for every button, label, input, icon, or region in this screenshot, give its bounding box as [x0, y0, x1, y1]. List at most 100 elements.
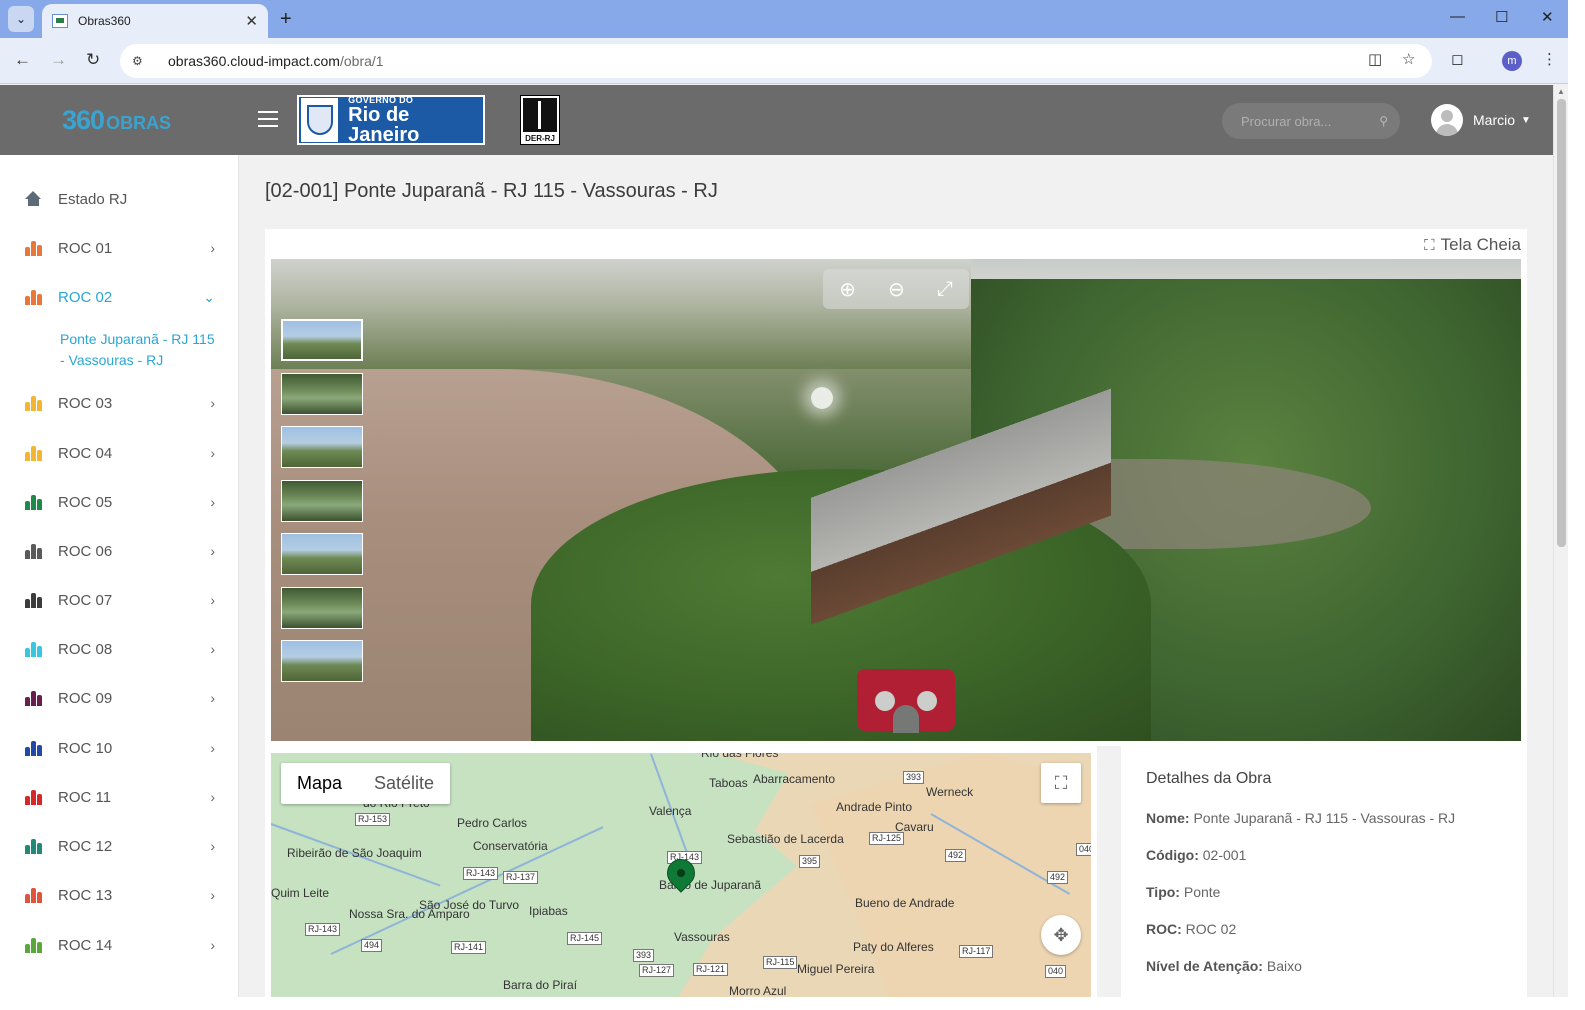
sidebar-item-roc-12[interactable]: ROC 12 ›	[0, 831, 239, 861]
map-tab[interactable]: Mapa	[281, 763, 358, 804]
fullscreen-button[interactable]: ⛶ Tela Cheia	[1424, 235, 1521, 255]
reload-icon[interactable]: ↻	[86, 50, 100, 70]
map-place-label: Bueno de Andrade	[855, 896, 955, 910]
sidebar-item-roc-06[interactable]: ROC 06 ›	[0, 536, 239, 566]
translate-icon[interactable]: ◫	[1368, 50, 1382, 68]
chevron-right-icon: ›	[210, 838, 215, 854]
sidebar-item-roc-07[interactable]: ROC 07 ›	[0, 585, 239, 615]
site-settings-icon[interactable]: ⚙	[132, 54, 150, 68]
sidebar-item-roc-05[interactable]: ROC 05 ›	[0, 487, 239, 517]
scene-thumbnail[interactable]	[281, 319, 363, 361]
sidebar-item-label: ROC 05	[58, 493, 113, 511]
map-place-label: Paty do Alferes	[853, 940, 934, 954]
sidebar-item-roc-10[interactable]: ROC 10 ›	[0, 733, 239, 763]
details-panel: Detalhes da Obra Nome: Ponte Juparanã - …	[1121, 746, 1527, 1010]
region-icon	[25, 740, 42, 756]
app-logo[interactable]: 360 OBRAS	[62, 105, 171, 136]
sidebar-item-estado-rj[interactable]: Estado RJ	[0, 184, 239, 214]
satellite-tab[interactable]: Satélite	[358, 763, 450, 804]
road-shield: RJ-143	[305, 923, 341, 936]
profile-avatar[interactable]: m	[1502, 51, 1522, 71]
back-icon[interactable]: ←	[14, 50, 31, 70]
road-shield: 040	[1045, 965, 1067, 978]
sidebar-item-roc-09[interactable]: ROC 09 ›	[0, 683, 239, 713]
scrollbar-thumb[interactable]	[1557, 99, 1566, 547]
gov-line2: Rio de Janeiro	[348, 104, 420, 146]
detail-row: ROC: ROC 02	[1146, 921, 1502, 938]
forward-icon[interactable]: →	[50, 50, 67, 70]
detail-value: 02-001	[1202, 847, 1247, 863]
sidebar-item-roc-14[interactable]: ROC 14 ›	[0, 930, 239, 960]
minimize-icon[interactable]: —	[1450, 8, 1465, 25]
close-window-icon[interactable]: ✕	[1541, 8, 1554, 26]
detail-key: ROC:	[1146, 921, 1182, 937]
new-tab-icon[interactable]: +	[280, 8, 292, 31]
url-input[interactable]: ⚙ obras360.cloud-impact.com/obra/1	[120, 44, 1432, 78]
map-place-label: Pedro Carlos	[457, 816, 528, 830]
scene-thumbnail[interactable]	[281, 479, 363, 522]
sidebar-item-roc-13[interactable]: ROC 13 ›	[0, 880, 239, 910]
chevron-right-icon: ›	[210, 592, 215, 608]
sidebar-item-roc-08[interactable]: ROC 08 ›	[0, 634, 239, 664]
more-menu-icon[interactable]: ⋮	[1542, 50, 1557, 68]
user-name: Marcio	[1473, 112, 1516, 128]
scene-thumbnail[interactable]	[281, 533, 363, 575]
sidebar-item-roc-11[interactable]: ROC 11 ›	[0, 782, 239, 812]
favicon-icon	[52, 14, 68, 28]
map-fullscreen-icon[interactable]: ⛶	[1041, 763, 1081, 803]
extensions-icon[interactable]: ◻	[1451, 50, 1463, 68]
search-icon[interactable]: ⚲	[1379, 114, 1388, 128]
page-scrollbar[interactable]: ▲ ▼	[1553, 85, 1568, 1010]
chevron-right-icon: ›	[210, 240, 215, 256]
zoom-out-icon[interactable]: ⊖	[888, 277, 905, 302]
map-pan-icon[interactable]: ✥	[1041, 915, 1081, 955]
expand-icon[interactable]: ⤢	[937, 278, 953, 301]
scene-thumbnail[interactable]	[281, 586, 363, 629]
sidebar-item-label: ROC 08	[58, 640, 113, 658]
road-shield: RJ-117	[959, 945, 994, 958]
road-shield: 395	[799, 855, 821, 868]
vr-headset-button[interactable]	[857, 669, 955, 733]
sidebar-item-roc-03[interactable]: ROC 03 ›	[0, 388, 239, 418]
detail-row: Nível de Atenção: Baixo	[1146, 958, 1502, 975]
scene-thumbnail[interactable]	[281, 426, 363, 468]
scene-thumbnail[interactable]	[281, 372, 363, 415]
search-input[interactable]: Procurar obra... ⚲	[1222, 103, 1400, 139]
chevron-down-icon: ⌄	[15, 12, 27, 26]
zoom-controls: ⊕ ⊖ ⤢	[823, 269, 969, 309]
region-icon	[25, 838, 42, 854]
map-place-label: Andrade Pinto	[836, 800, 913, 814]
sidebar-item-label: ROC 11	[58, 788, 112, 806]
sidebar-subitem-ponte-juparana[interactable]: Ponte Juparanã - RJ 115 - Vassouras - RJ	[60, 329, 220, 371]
google-map[interactable]: Rio das Flores Taboas Abarracamento Andrade…	[271, 753, 1091, 1010]
user-menu[interactable]: Marcio ▼	[1431, 104, 1531, 136]
logo-text: OBRAS	[106, 113, 172, 133]
sidebar-item-roc-04[interactable]: ROC 04 ›	[0, 438, 239, 468]
browser-tab[interactable]: Obras360 ✕	[42, 4, 268, 38]
map-place-label: Taboas	[709, 776, 748, 790]
sidebar-item-roc-02[interactable]: ROC 02 ⌄	[0, 282, 239, 312]
region-icon	[25, 789, 42, 805]
url-path: /obra/1	[339, 53, 384, 69]
detail-row: Código: 02-001	[1146, 847, 1502, 864]
chevron-right-icon: ›	[210, 445, 215, 461]
hamburger-menu-icon[interactable]	[258, 111, 278, 132]
scroll-up-icon[interactable]: ▲	[1557, 87, 1565, 96]
url-host: obras360.cloud-impact.com	[168, 53, 340, 69]
panorama-viewer[interactable]: ⊕ ⊖ ⤢	[271, 259, 1521, 741]
bookmark-star-icon[interactable]: ☆	[1402, 50, 1415, 68]
close-tab-icon[interactable]: ✕	[245, 12, 258, 30]
sidebar-item-roc-01[interactable]: ROC 01 ›	[0, 233, 239, 263]
bridge-image	[811, 339, 1111, 741]
road-shield: 492	[1047, 871, 1069, 884]
zoom-in-icon[interactable]: ⊕	[839, 277, 856, 302]
detail-key: Código:	[1146, 847, 1199, 863]
detail-value: Ponte	[1183, 884, 1221, 900]
road-shield: RJ-121	[693, 963, 729, 976]
scene-thumbnail[interactable]	[281, 640, 363, 682]
maximize-icon[interactable]: ☐	[1495, 8, 1508, 26]
sidebar-item-label: ROC 03	[58, 394, 113, 412]
detail-value: Baixo	[1266, 958, 1302, 974]
tab-search-button[interactable]: ⌄	[8, 6, 34, 32]
detail-row: Tipo: Ponte	[1146, 884, 1502, 901]
